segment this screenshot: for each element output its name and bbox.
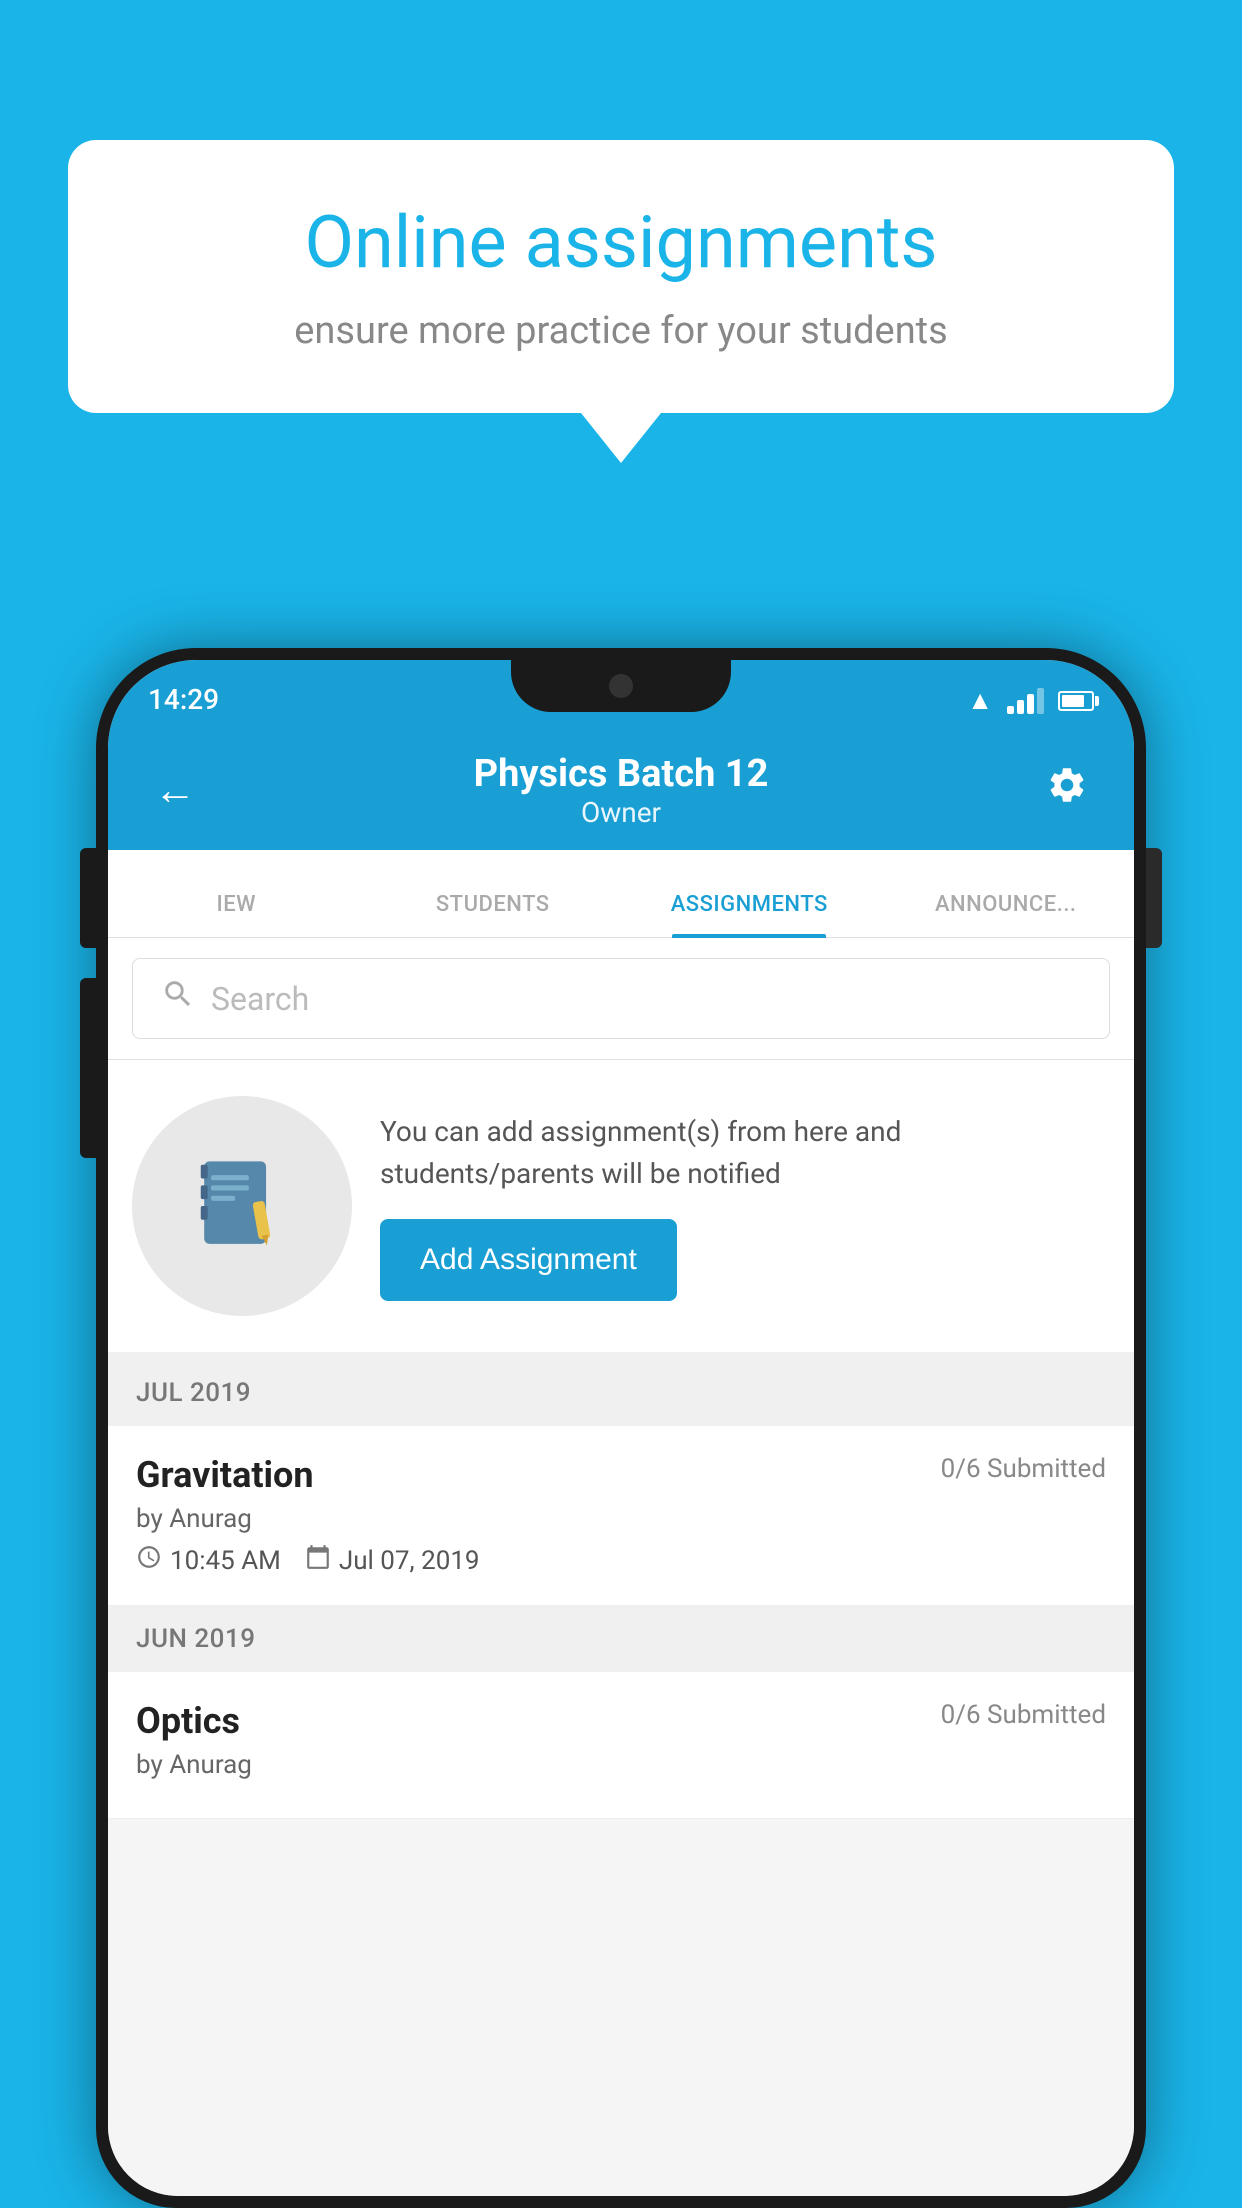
status-time: 14:29 xyxy=(148,683,219,716)
tabs-container: IEW STUDENTS ASSIGNMENTS ANNOUNCE... xyxy=(108,850,1134,938)
tab-iew[interactable]: IEW xyxy=(108,892,365,937)
submitted-badge-optics: 0/6 Submitted xyxy=(941,1700,1106,1730)
promo-icon-circle xyxy=(132,1096,352,1316)
tab-students[interactable]: STUDENTS xyxy=(365,892,622,937)
month-header-jun: JUN 2019 xyxy=(108,1606,1134,1672)
camera-dot xyxy=(609,674,633,698)
assignment-item-optics[interactable]: Optics 0/6 Submitted by Anurag xyxy=(108,1672,1134,1819)
promo-description: You can add assignment(s) from here and … xyxy=(380,1111,1110,1195)
phone-frame: 14:29 ▲ ← Physics Batch xyxy=(96,648,1146,2208)
assignment-name-optics: Optics xyxy=(136,1700,240,1742)
assignment-meta: 10:45 AM Jul 07, 2019 xyxy=(136,1544,1106,1577)
calendar-icon xyxy=(305,1544,331,1577)
add-assignment-button[interactable]: Add Assignment xyxy=(380,1219,677,1301)
battery-icon xyxy=(1058,691,1094,711)
wifi-icon: ▲ xyxy=(967,685,993,716)
speech-bubble-title: Online assignments xyxy=(138,200,1104,285)
assignment-by: by Anurag xyxy=(136,1504,1106,1534)
month-header-jul: JUL 2019 xyxy=(108,1360,1134,1426)
status-icons: ▲ xyxy=(967,685,1094,716)
meta-time: 10:45 AM xyxy=(136,1544,281,1577)
clock-icon xyxy=(136,1544,162,1577)
tab-announcements[interactable]: ANNOUNCE... xyxy=(878,892,1135,937)
submitted-badge: 0/6 Submitted xyxy=(941,1454,1106,1484)
main-content: Search xyxy=(108,938,1134,2196)
header-subtitle: Owner xyxy=(206,796,1036,829)
tab-assignments[interactable]: ASSIGNMENTS xyxy=(621,892,878,937)
assignment-name: Gravitation xyxy=(136,1454,314,1496)
speech-bubble-container: Online assignments ensure more practice … xyxy=(68,140,1174,463)
meta-date: Jul 07, 2019 xyxy=(305,1544,480,1577)
back-button[interactable]: ← xyxy=(144,756,206,825)
search-bar[interactable]: Search xyxy=(132,958,1110,1039)
speech-bubble-subtitle: ensure more practice for your students xyxy=(138,309,1104,353)
promo-content: You can add assignment(s) from here and … xyxy=(380,1111,1110,1301)
speech-bubble-arrow xyxy=(581,413,661,463)
signal-bars-icon xyxy=(1007,688,1044,714)
phone-side-button-right xyxy=(1146,848,1162,948)
assignment-date: Jul 07, 2019 xyxy=(339,1546,480,1576)
assignment-item-gravitation[interactable]: Gravitation 0/6 Submitted by Anurag 10:4… xyxy=(108,1426,1134,1606)
phone-screen: 14:29 ▲ ← Physics Batch xyxy=(108,660,1134,2196)
phone-side-button-2 xyxy=(80,978,96,1158)
settings-button[interactable] xyxy=(1036,754,1098,827)
assignment-row1: Gravitation 0/6 Submitted xyxy=(136,1454,1106,1496)
header-title: Physics Batch 12 xyxy=(206,752,1036,796)
header-center: Physics Batch 12 Owner xyxy=(206,752,1036,829)
assignment-time: 10:45 AM xyxy=(170,1546,281,1576)
search-placeholder: Search xyxy=(211,980,309,1018)
search-container: Search xyxy=(108,938,1134,1060)
phone-side-button-1 xyxy=(80,848,96,948)
search-icon xyxy=(161,977,195,1020)
promo-card: You can add assignment(s) from here and … xyxy=(108,1060,1134,1360)
assignment-by-optics: by Anurag xyxy=(136,1750,1106,1780)
app-header: ← Physics Batch 12 Owner xyxy=(108,730,1134,850)
speech-bubble: Online assignments ensure more practice … xyxy=(68,140,1174,413)
notebook-icon xyxy=(187,1151,297,1261)
assignment-row1-optics: Optics 0/6 Submitted xyxy=(136,1700,1106,1742)
phone-notch xyxy=(511,660,731,712)
